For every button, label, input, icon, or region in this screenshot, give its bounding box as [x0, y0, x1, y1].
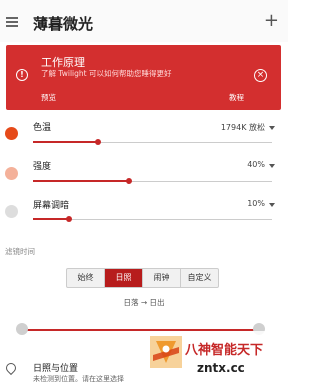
dimming-label: 屏幕调暗 — [33, 201, 70, 211]
app-title: 薄暮微光 — [33, 15, 94, 33]
dimming-slider[interactable] — [33, 216, 272, 222]
schedule-mode-selector: 始终 日照 闹钟 自定义 — [66, 268, 219, 288]
schedule-option-always[interactable]: 始终 — [67, 269, 105, 287]
schedule-option-sun[interactable]: 日照 — [105, 269, 143, 287]
slider-fill — [33, 141, 98, 143]
filter-time-section-label: 滤镜时间 — [5, 247, 35, 256]
color-temperature-label: 色温 — [33, 123, 52, 133]
slider-thumb[interactable] — [125, 178, 132, 184]
watermark-url: zntx.cc — [197, 361, 245, 375]
tutorial-button[interactable]: 教程 — [229, 92, 244, 103]
dimming-swatch — [5, 205, 18, 218]
range-start-thumb[interactable] — [16, 323, 28, 335]
location-title[interactable]: 日照与位置 — [33, 361, 78, 374]
watermark: 八神智能天下 zntx.cc — [145, 331, 288, 387]
intensity-slider[interactable] — [33, 178, 272, 184]
how-it-works-card: ! 工作原理 了解 Twilight 可以如何帮助您睡得更好 × 预览 教程 — [6, 45, 281, 110]
chevron-down-icon[interactable] — [269, 126, 275, 130]
slider-fill — [33, 180, 129, 182]
preview-button[interactable]: 预览 — [41, 92, 56, 103]
info-icon: ! — [16, 69, 28, 81]
watermark-logo — [150, 336, 182, 368]
schedule-option-alarm[interactable]: 闹钟 — [143, 269, 181, 287]
top-app-bar: 薄暮微光 + — [0, 0, 288, 42]
sunset-sunrise-label: 日落 → 日出 — [123, 298, 165, 307]
intensity-label: 强度 — [33, 162, 52, 172]
dimming-value[interactable]: 10% — [247, 199, 265, 208]
location-description: 未检测到位置。请在这里选择 — [33, 375, 124, 383]
color-temperature-slider[interactable] — [33, 139, 272, 145]
chevron-down-icon[interactable] — [269, 164, 275, 168]
slider-thumb[interactable] — [94, 139, 101, 145]
hamburger-menu-icon[interactable] — [6, 17, 18, 27]
close-icon[interactable]: × — [254, 69, 267, 82]
chevron-down-icon[interactable] — [269, 203, 275, 207]
color-temperature-swatch — [5, 127, 18, 140]
slider-thumb[interactable] — [65, 216, 72, 222]
card-description: 了解 Twilight 可以如何帮助您睡得更好 — [41, 69, 172, 78]
intensity-value[interactable]: 40% — [247, 160, 265, 169]
location-pin-icon — [3, 360, 19, 376]
intensity-swatch — [5, 167, 18, 180]
schedule-option-custom[interactable]: 自定义 — [181, 269, 218, 287]
plus-icon[interactable]: + — [264, 12, 279, 30]
color-temperature-value[interactable]: 1794K 放松 — [221, 122, 265, 133]
slider-fill — [33, 218, 69, 220]
watermark-text: 八神智能天下 — [185, 343, 264, 358]
